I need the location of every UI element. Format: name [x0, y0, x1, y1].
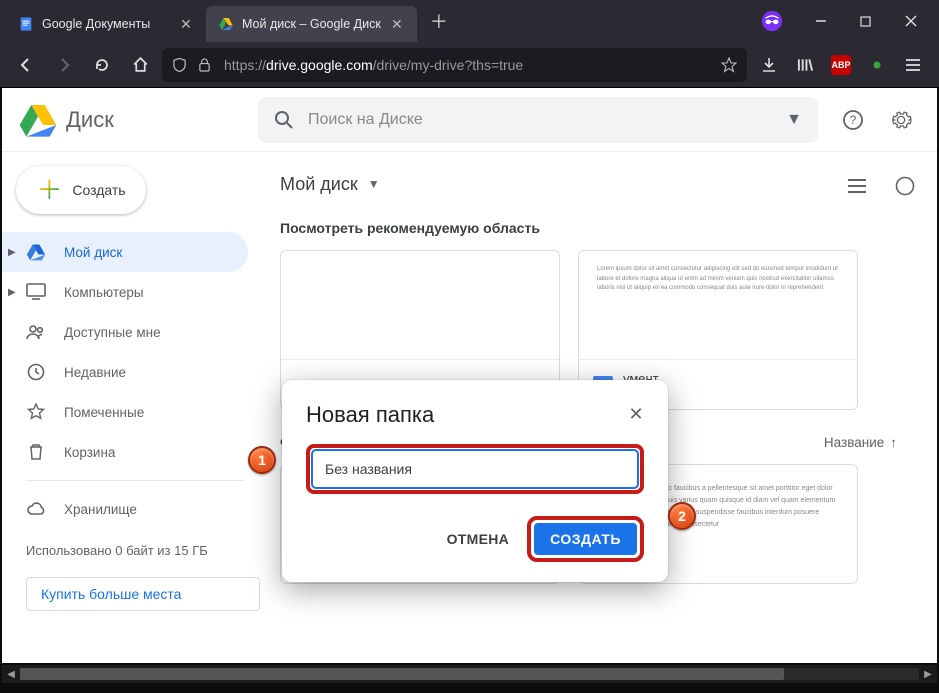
close-icon[interactable]: ✕	[178, 16, 194, 32]
url-bar[interactable]: https://drive.google.com/drive/my-drive?…	[162, 48, 747, 82]
horizontal-scrollbar[interactable]: ◀ ▶	[2, 665, 937, 683]
close-icon[interactable]: ✕	[389, 16, 405, 32]
window-minimize[interactable]	[798, 5, 843, 37]
scroll-right-icon[interactable]: ▶	[919, 665, 937, 683]
new-tab-button[interactable]: ＋	[423, 5, 455, 37]
lock-icon[interactable]	[198, 57, 214, 72]
docs-favicon	[18, 16, 34, 32]
tabstrip: Google Документы ✕ Мой диск – Google Дис…	[0, 0, 939, 42]
library-icon[interactable]	[789, 49, 821, 81]
folder-name-input[interactable]	[312, 450, 638, 488]
tab-title: Мой диск – Google Диск	[242, 17, 381, 31]
incognito-icon	[756, 5, 788, 37]
shield-icon[interactable]	[172, 57, 188, 73]
create-folder-button[interactable]: СОЗДАТЬ	[534, 523, 637, 555]
abp-extension[interactable]: ABP	[825, 49, 857, 81]
extension-dot[interactable]	[861, 49, 893, 81]
annotation-highlight-2: СОЗДАТЬ	[527, 516, 644, 562]
bookmark-icon[interactable]	[721, 57, 737, 73]
tab-google-docs[interactable]: Google Документы ✕	[6, 6, 206, 42]
downloads-icon[interactable]	[753, 49, 785, 81]
page-content: Диск ▼ ? ＋ Создать ▶ Мой диск	[2, 88, 937, 663]
reload-button[interactable]	[86, 49, 118, 81]
scroll-thumb[interactable]	[20, 668, 784, 680]
dialog-title: Новая папка	[306, 402, 644, 428]
scroll-left-icon[interactable]: ◀	[2, 665, 20, 683]
annotation-badge-1: 1	[248, 446, 276, 474]
drive-favicon	[218, 16, 234, 32]
tab-google-drive[interactable]: Мой диск – Google Диск ✕	[206, 6, 417, 42]
forward-button[interactable]	[48, 49, 80, 81]
scroll-track[interactable]	[20, 668, 919, 680]
url-text: https://drive.google.com/drive/my-drive?…	[224, 57, 711, 73]
tab-title: Google Документы	[42, 17, 170, 31]
cancel-button[interactable]: ОТМЕНА	[447, 531, 509, 547]
window-close[interactable]	[888, 5, 933, 37]
annotation-highlight-1	[306, 444, 644, 494]
back-button[interactable]	[10, 49, 42, 81]
browser-toolbar: https://drive.google.com/drive/my-drive?…	[0, 42, 939, 88]
annotation-badge-2: 2	[668, 502, 696, 530]
hamburger-menu[interactable]	[897, 49, 929, 81]
new-folder-dialog: Новая папка ✕ ОТМЕНА СОЗДАТЬ	[282, 380, 668, 582]
home-button[interactable]	[124, 49, 156, 81]
close-icon[interactable]: ✕	[622, 400, 650, 428]
window-maximize[interactable]	[843, 5, 888, 37]
